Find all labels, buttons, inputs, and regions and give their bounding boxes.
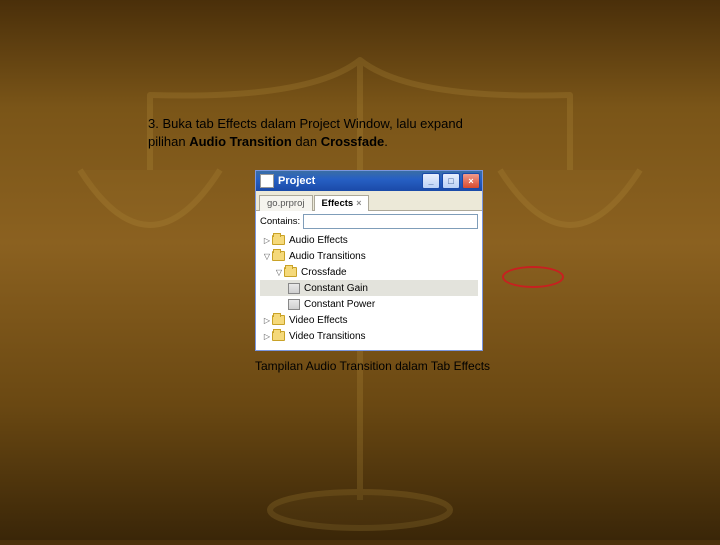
instruction-text: 3. Buka tab Effects dalam Project Window… [140, 115, 580, 150]
tree-video-transitions[interactable]: ▷ Video Transitions [260, 328, 478, 344]
folder-icon [284, 267, 297, 277]
maximize-button[interactable]: □ [442, 173, 460, 189]
folder-icon [272, 235, 285, 245]
instruction-line2b: . [384, 134, 388, 149]
instruction-line2a: pilihan [148, 134, 189, 149]
contains-field: Contains: [260, 214, 478, 229]
instruction-bold1: Audio Transition [189, 134, 292, 149]
titlebar[interactable]: Project _ □ × [256, 171, 482, 191]
effect-icon [288, 299, 300, 310]
tab-project-label: go.prproj [267, 198, 305, 209]
folder-icon [272, 331, 285, 341]
tabs-bar: go.prproj Effects× [256, 191, 482, 211]
instruction-mid: dan [292, 134, 321, 149]
chevron-right-icon[interactable]: ▷ [262, 332, 272, 341]
instruction-line1: 3. Buka tab Effects dalam Project Window… [148, 116, 463, 131]
tree-label: Audio Transitions [289, 251, 366, 262]
tree-label: Video Transitions [289, 331, 366, 342]
effects-tree: ▷ Audio Effects ▽ Audio Transitions ▽ Cr… [260, 232, 478, 344]
chevron-down-icon[interactable]: ▽ [274, 268, 284, 277]
project-panel-window: Project _ □ × go.prproj Effects× Contain… [255, 170, 483, 351]
tree-crossfade[interactable]: ▽ Crossfade [260, 264, 478, 280]
tree-label: Constant Power [304, 299, 375, 310]
tree-label: Video Effects [289, 315, 348, 326]
figure-caption: Tampilan Audio Transition dalam Tab Effe… [255, 359, 580, 373]
tree-constant-gain[interactable]: Constant Gain [260, 280, 478, 296]
highlight-circle [502, 266, 564, 288]
tree-audio-effects[interactable]: ▷ Audio Effects [260, 232, 478, 248]
tree-label: Constant Gain [304, 283, 368, 294]
window-title: Project [278, 175, 315, 187]
tab-effects[interactable]: Effects× [314, 195, 370, 211]
tree-audio-transitions[interactable]: ▽ Audio Transitions [260, 248, 478, 264]
folder-icon [272, 251, 285, 261]
panel-body: Contains: ▷ Audio Effects ▽ Audio Transi… [256, 211, 482, 350]
tab-project[interactable]: go.prproj [259, 195, 313, 211]
contains-label: Contains: [260, 216, 300, 227]
tree-label: Crossfade [301, 267, 347, 278]
tab-close-icon[interactable]: × [356, 198, 361, 208]
chevron-right-icon[interactable]: ▷ [262, 236, 272, 245]
minimize-button[interactable]: _ [422, 173, 440, 189]
instruction-bold2: Crossfade [321, 134, 385, 149]
chevron-down-icon[interactable]: ▽ [262, 252, 272, 261]
folder-icon [272, 315, 285, 325]
tree-video-effects[interactable]: ▷ Video Effects [260, 312, 478, 328]
tab-effects-label: Effects [322, 198, 354, 209]
app-icon [260, 174, 274, 188]
close-button[interactable]: × [462, 173, 480, 189]
chevron-right-icon[interactable]: ▷ [262, 316, 272, 325]
contains-input[interactable] [303, 214, 478, 229]
tree-constant-power[interactable]: Constant Power [260, 296, 478, 312]
effect-icon [288, 283, 300, 294]
tree-label: Audio Effects [289, 235, 348, 246]
